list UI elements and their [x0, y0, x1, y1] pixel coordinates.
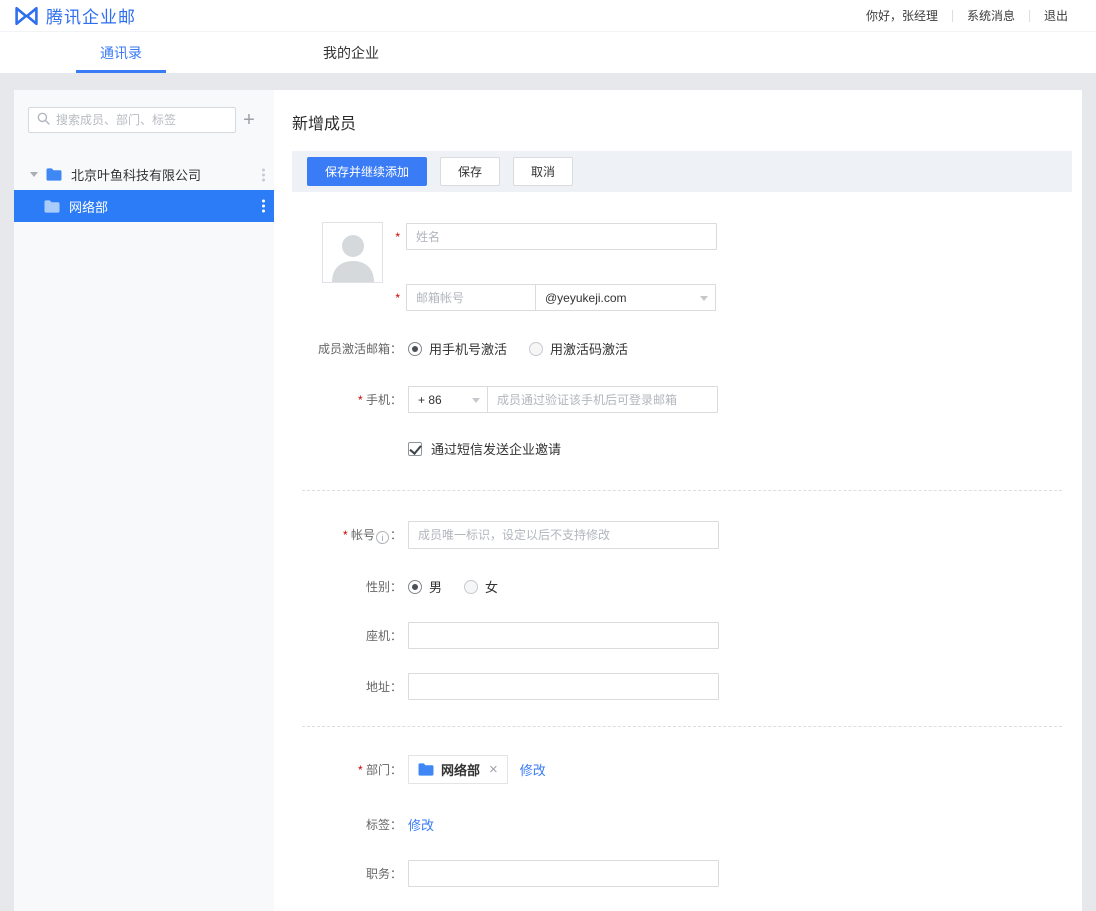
- logo-text: 腾讯企业邮: [46, 3, 136, 28]
- gender-label: 性别：: [292, 578, 402, 595]
- activation-row: 成员激活邮箱： 用手机号激活 用激活码激活: [292, 339, 1072, 358]
- header-user-area: 你好，张经理 系统消息 退出: [852, 7, 1082, 24]
- gender-male-radio[interactable]: [408, 580, 422, 594]
- logout-link[interactable]: 退出: [1030, 7, 1082, 24]
- search-box[interactable]: [28, 107, 236, 133]
- required-mark: *: [358, 393, 363, 407]
- save-and-continue-button[interactable]: 保存并继续添加: [307, 157, 427, 186]
- name-row: *: [383, 223, 717, 250]
- address-row: 地址：: [292, 673, 1072, 700]
- phone-row: * 手机： + 86: [292, 386, 1072, 413]
- gender-male-label: 男: [429, 577, 442, 596]
- more-menu-icon[interactable]: [262, 166, 265, 183]
- add-member-panel: 新增成员 保存并继续添加 保存 取消 * *: [274, 90, 1082, 911]
- gender-female-label: 女: [485, 577, 498, 596]
- avatar-section: * * @yeyukeji.com: [292, 222, 1072, 311]
- address-input[interactable]: [408, 673, 719, 700]
- required-mark: *: [383, 291, 400, 305]
- save-button[interactable]: 保存: [440, 157, 500, 186]
- org-tree: 北京叶鱼科技有限公司 网络部: [14, 159, 274, 222]
- job-title-input[interactable]: [408, 860, 719, 887]
- account-label: * 帐号i：: [292, 526, 402, 544]
- landline-label: 座机：: [292, 627, 402, 644]
- phone-input[interactable]: [487, 386, 718, 413]
- tags-label: 标签：: [292, 816, 402, 833]
- avatar-placeholder[interactable]: [322, 222, 383, 283]
- more-menu-icon[interactable]: [262, 198, 265, 215]
- activate-by-code-radio[interactable]: [529, 342, 543, 356]
- tree-node-department[interactable]: 网络部: [14, 190, 274, 222]
- account-row: * 帐号i：: [292, 521, 1072, 549]
- system-message-link[interactable]: 系统消息: [953, 7, 1029, 24]
- account-input[interactable]: [408, 521, 719, 549]
- main-tabbar: 通讯录 我的企业: [0, 32, 1096, 73]
- tab-contacts[interactable]: 通讯录: [76, 32, 166, 73]
- search-input[interactable]: [56, 113, 227, 127]
- department-row: * 部门： 网络部 × 修改: [292, 755, 1072, 784]
- gender-female-radio[interactable]: [464, 580, 478, 594]
- country-code-value: + 86: [418, 393, 442, 407]
- cancel-button[interactable]: 取消: [513, 157, 573, 186]
- tab-my-company[interactable]: 我的企业: [306, 32, 396, 73]
- collapse-caret-icon[interactable]: [30, 172, 38, 177]
- edit-tags-link[interactable]: 修改: [408, 815, 434, 834]
- email-row: * @yeyukeji.com: [383, 284, 717, 311]
- org-sidebar: + 北京叶鱼科技有限公司 网络部: [14, 90, 274, 911]
- phone-label: * 手机：: [292, 391, 402, 408]
- activate-by-code-label: 用激活码激活: [550, 339, 628, 358]
- required-mark: *: [343, 528, 348, 542]
- tags-row: 标签： 修改: [292, 815, 1072, 834]
- email-domain-value: @yeyukeji.com: [545, 291, 627, 305]
- edit-department-link[interactable]: 修改: [520, 760, 546, 779]
- exmail-logo-icon: [14, 6, 39, 26]
- person-silhouette-icon: [330, 230, 376, 282]
- landline-row: 座机：: [292, 622, 1072, 649]
- section-divider: [302, 490, 1062, 491]
- email-domain-select[interactable]: @yeyukeji.com: [535, 284, 716, 311]
- form-toolbar: 保存并继续添加 保存 取消: [292, 151, 1072, 192]
- activate-by-phone-radio[interactable]: [408, 342, 422, 356]
- folder-icon: [46, 168, 62, 181]
- department-name: 网络部: [69, 197, 108, 216]
- page-title: 新增成员: [292, 110, 1072, 134]
- landline-input[interactable]: [408, 622, 719, 649]
- required-mark: *: [383, 230, 400, 244]
- activation-label: 成员激活邮箱：: [292, 340, 402, 357]
- folder-icon: [44, 200, 60, 213]
- department-label: * 部门：: [292, 761, 402, 778]
- sms-invite-checkbox[interactable]: [408, 442, 422, 456]
- section-divider: [302, 726, 1062, 727]
- sms-invite-label: 通过短信发送企业邀请: [431, 439, 561, 458]
- job-title-label: 职务：: [292, 865, 402, 882]
- tree-node-company[interactable]: 北京叶鱼科技有限公司: [14, 159, 274, 190]
- content-card: + 北京叶鱼科技有限公司 网络部 新增成员 保存并继续添加: [14, 90, 1082, 911]
- name-input[interactable]: [406, 223, 717, 250]
- folder-icon: [418, 763, 434, 776]
- add-department-button[interactable]: +: [236, 107, 262, 133]
- department-tag-name: 网络部: [441, 760, 480, 779]
- search-icon: [37, 112, 50, 128]
- activate-by-phone-label: 用手机号激活: [429, 339, 507, 358]
- remove-department-icon[interactable]: ×: [489, 762, 498, 777]
- user-greeting[interactable]: 你好，张经理: [852, 7, 952, 24]
- gender-row: 性别： 男 女: [292, 577, 1072, 596]
- required-mark: *: [358, 763, 363, 777]
- top-header: 腾讯企业邮 你好，张经理 系统消息 退出: [0, 0, 1096, 32]
- job-title-row: 职务：: [292, 860, 1072, 887]
- email-account-input[interactable]: [406, 284, 536, 311]
- sidebar-search-row: +: [28, 107, 262, 133]
- department-tag: 网络部 ×: [408, 755, 508, 784]
- sms-invite-row: 通过短信发送企业邀请: [408, 439, 1072, 458]
- company-name: 北京叶鱼科技有限公司: [71, 165, 201, 184]
- country-code-select[interactable]: + 86: [408, 386, 488, 413]
- info-icon[interactable]: i: [376, 531, 389, 544]
- address-label: 地址：: [292, 678, 402, 695]
- app-logo[interactable]: 腾讯企业邮: [14, 3, 136, 28]
